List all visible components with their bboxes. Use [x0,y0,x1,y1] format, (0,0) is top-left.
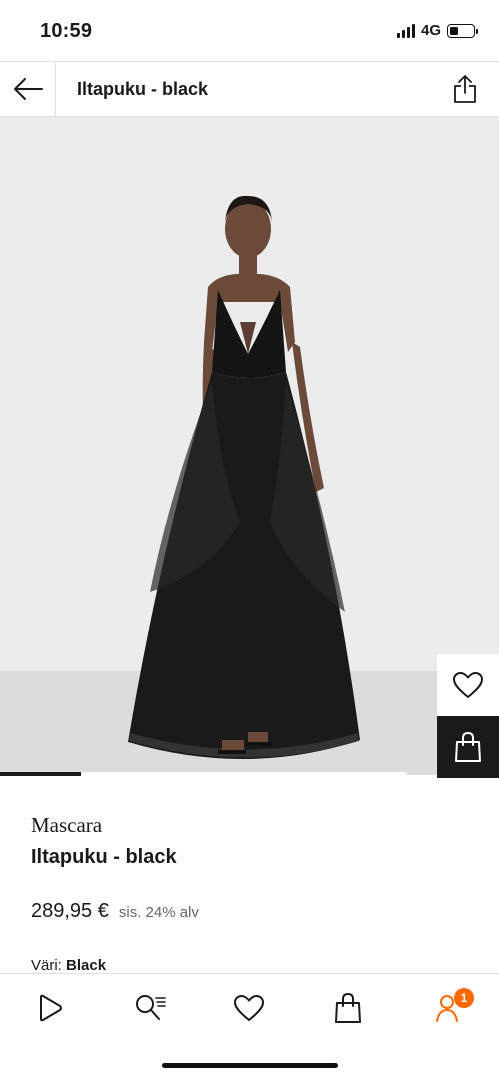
color-value: Black [66,957,107,974]
model-in-dress-illustration [128,195,360,760]
product-image[interactable] [0,117,499,775]
status-bar: 10:59 4G [0,0,499,62]
vat-note: sis. 24% alv [118,904,199,921]
signal-icon [396,23,415,38]
nav-account[interactable]: 1 [430,988,474,1028]
price-row: 289,95 € sis. 24% alv [31,900,199,923]
back-button[interactable] [0,62,56,116]
heart-icon [234,995,264,1021]
status-time: 10:59 [40,20,93,42]
notification-badge: 1 [454,988,474,1008]
share-icon [454,75,476,103]
play-icon [40,994,62,1022]
add-to-bag-button[interactable] [437,716,499,778]
bottom-navigation: 1 [0,973,499,1080]
image-carousel-progress-fill [0,772,82,776]
battery-icon [447,23,478,38]
image-carousel-progress [0,772,407,776]
network-type: 4G [420,22,441,39]
heart-icon [453,672,483,698]
top-bar: Iltapuku - black [0,61,499,117]
brand-name[interactable]: Mascara [31,813,102,838]
home-indicator [162,1063,338,1068]
page-title: Iltapuku - black [77,79,209,99]
nav-bag[interactable] [328,988,368,1028]
battery-level [450,26,458,35]
nav-search[interactable] [130,988,170,1028]
share-button[interactable] [449,72,481,106]
add-to-wishlist-button[interactable] [437,654,499,716]
bag-icon [335,992,361,1023]
color-selector[interactable]: Väri: Black [31,957,106,974]
search-list-icon [136,995,166,1020]
status-indicators: 4G [396,22,478,39]
price: 289,95 € [31,900,109,922]
nav-discover[interactable] [29,988,69,1028]
bag-icon [455,731,481,762]
product-name: Iltapuku - black [31,846,177,868]
nav-wishlist[interactable] [229,988,269,1028]
color-label: Väri: [31,957,62,974]
arrow-left-icon [13,78,43,100]
